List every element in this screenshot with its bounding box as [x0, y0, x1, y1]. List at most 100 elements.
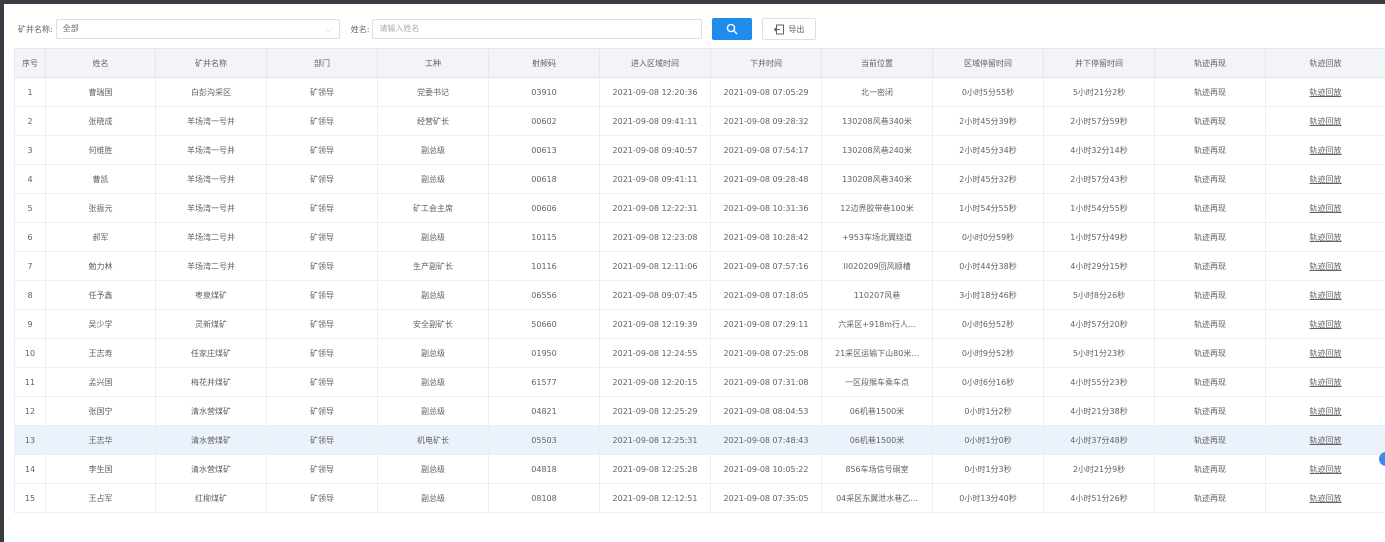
cell-department: 矿领导	[266, 77, 378, 107]
cell-rf-code: 61577	[488, 367, 600, 397]
export-button[interactable]: 导出	[762, 18, 817, 40]
cell-name: 张晓成	[45, 106, 156, 136]
cell-index: 9	[14, 309, 46, 339]
track-replay-link[interactable]: 轨迹再现	[1154, 135, 1266, 165]
cell-mine-name: 梅花井煤矿	[155, 367, 267, 397]
cell-rf-code: 03910	[488, 77, 600, 107]
track-playback-link[interactable]: 轨迹回放	[1265, 251, 1385, 281]
cell-area-stay-time: 0小时6分52秒	[932, 309, 1044, 339]
track-playback-link[interactable]: 轨迹回放	[1265, 454, 1385, 484]
table-row[interactable]: 7 勉力林 羊场湾二号井 矿领导 生产副矿长 10116 2021-09-08 12:11:…	[14, 251, 1385, 281]
cell-enter-area-time: 2021-09-08 12:25:28	[599, 454, 711, 484]
header-track-replay: 轨迹再现	[1154, 48, 1266, 78]
table-row[interactable]: 5 张振元 羊场湾一号井 矿领导 矿工会主席 00606 2021-09-08 12:22:…	[14, 193, 1385, 223]
track-replay-link[interactable]: 轨迹再现	[1154, 454, 1266, 484]
track-replay-link[interactable]: 轨迹再现	[1154, 164, 1266, 194]
track-playback-link[interactable]: 轨迹回放	[1265, 280, 1385, 310]
header-job-type: 工种	[377, 48, 489, 78]
cell-enter-area-time: 2021-09-08 09:41:11	[599, 106, 711, 136]
cell-name: 张振元	[45, 193, 156, 223]
track-replay-link[interactable]: 轨迹再现	[1154, 367, 1266, 397]
name-input[interactable]: 请输入姓名	[372, 19, 703, 39]
cell-down-shaft-time: 2021-09-08 10:31:36	[710, 193, 822, 223]
table-row[interactable]: 6 郝军 羊场湾二号井 矿领导 副总级 10115 2021-09-08 12:23:08 2…	[14, 222, 1385, 252]
cell-department: 矿领导	[266, 222, 378, 252]
track-playback-link[interactable]: 轨迹回放	[1265, 338, 1385, 368]
table-row[interactable]: 2 张晓成 羊场湾一号井 矿领导 经营矿长 00602 2021-09-08 09:41:1…	[14, 106, 1385, 136]
cell-job-type: 副总级	[377, 280, 489, 310]
table-row[interactable]: 3 何维胜 羊场湾一号井 矿领导 副总级 00613 2021-09-08 09:40:57…	[14, 135, 1385, 165]
track-playback-link[interactable]: 轨迹回放	[1265, 77, 1385, 107]
track-replay-link[interactable]: 轨迹再现	[1154, 396, 1266, 426]
cell-rf-code: 00606	[488, 193, 600, 223]
cell-department: 矿领导	[266, 454, 378, 484]
track-replay-link[interactable]: 轨迹再现	[1154, 338, 1266, 368]
cell-index: 8	[14, 280, 46, 310]
cell-rf-code: 04821	[488, 396, 600, 426]
personnel-table: 序号 姓名 矿井名称 部门 工种 射频码 进入区域时间 下井时间 当前位置 区域停留时间 井下停留时…	[14, 48, 1385, 513]
table-row[interactable]: 12 张国宁 清水营煤矿 矿领导 副总级 04821 2021-09-08 12:25:29…	[14, 396, 1385, 426]
track-playback-link[interactable]: 轨迹回放	[1265, 425, 1385, 455]
table-row[interactable]: 8 任予鑫 枣泉煤矿 矿领导 副总级 06556 2021-09-08 09:07:45 20…	[14, 280, 1385, 310]
cell-enter-area-time: 2021-09-08 12:12:51	[599, 483, 711, 513]
track-playback-link[interactable]: 轨迹回放	[1265, 396, 1385, 426]
cell-index: 11	[14, 367, 46, 397]
track-replay-link[interactable]: 轨迹再现	[1154, 193, 1266, 223]
cell-rf-code: 01950	[488, 338, 600, 368]
cell-job-type: 副总级	[377, 135, 489, 165]
cell-current-location: 一区段猴车乘车点	[821, 367, 933, 397]
track-replay-link[interactable]: 轨迹再现	[1154, 309, 1266, 339]
track-playback-link[interactable]: 轨迹回放	[1265, 135, 1385, 165]
cell-department: 矿领导	[266, 106, 378, 136]
cell-down-shaft-time: 2021-09-08 07:48:43	[710, 425, 822, 455]
track-replay-link[interactable]: 轨迹再现	[1154, 77, 1266, 107]
header-index: 序号	[14, 48, 46, 78]
track-replay-link[interactable]: 轨迹再现	[1154, 483, 1266, 513]
track-playback-link[interactable]: 轨迹回放	[1265, 193, 1385, 223]
cell-job-type: 党委书记	[377, 77, 489, 107]
cell-current-location: +953车场北翼绕道	[821, 222, 933, 252]
header-department: 部门	[266, 48, 378, 78]
cell-current-location: 856车场信号硐室	[821, 454, 933, 484]
track-playback-link[interactable]: 轨迹回放	[1265, 367, 1385, 397]
search-button[interactable]	[712, 18, 753, 40]
cell-underground-stay-time: 4小时32分14秒	[1043, 135, 1155, 165]
table-row[interactable]: 11 孟兴国 梅花井煤矿 矿领导 副总级 61577 2021-09-08 12:20:15…	[14, 367, 1385, 397]
cell-mine-name: 清水营煤矿	[155, 454, 267, 484]
table-row[interactable]: 13 王志华 清水营煤矿 矿领导 机电矿长 05503 2021-09-08 12:25:3…	[14, 425, 1385, 455]
cell-enter-area-time: 2021-09-08 12:11:06	[599, 251, 711, 281]
track-playback-link[interactable]: 轨迹回放	[1265, 483, 1385, 513]
track-replay-link[interactable]: 轨迹再现	[1154, 106, 1266, 136]
export-label: 导出	[788, 24, 805, 34]
header-down-shaft-time: 下井时间	[710, 48, 822, 78]
mine-name-select[interactable]: 全部 ⌵	[55, 19, 340, 39]
cell-mine-name: 红柳煤矿	[155, 483, 267, 513]
cell-down-shaft-time: 2021-09-08 09:28:32	[710, 106, 822, 136]
cell-down-shaft-time: 2021-09-08 09:28:48	[710, 164, 822, 194]
table-row[interactable]: 1 曹瑞国 白彭沟采区 矿领导 党委书记 03910 2021-09-08 12:20:36…	[14, 77, 1385, 107]
table-row[interactable]: 4 曹凯 羊场湾一号井 矿领导 副总级 00618 2021-09-08 09:41:11 2…	[14, 164, 1385, 194]
cell-job-type: 副总级	[377, 164, 489, 194]
header-rf-code: 射频码	[488, 48, 600, 78]
cell-mine-name: 羊场湾二号井	[155, 222, 267, 252]
cell-underground-stay-time: 5小时8分26秒	[1043, 280, 1155, 310]
track-playback-link[interactable]: 轨迹回放	[1265, 106, 1385, 136]
cell-name: 张国宁	[45, 396, 156, 426]
track-replay-link[interactable]: 轨迹再现	[1154, 251, 1266, 281]
table-row[interactable]: 10 王志寿 任家庄煤矿 矿领导 副总级 01950 2021-09-08 12:24:55…	[14, 338, 1385, 368]
track-playback-link[interactable]: 轨迹回放	[1265, 222, 1385, 252]
cell-area-stay-time: 0小时0分59秒	[932, 222, 1044, 252]
table-row[interactable]: 14 李生国 清水营煤矿 矿领导 副总级 04818 2021-09-08 12:25:28…	[14, 454, 1385, 484]
track-replay-link[interactable]: 轨迹再现	[1154, 222, 1266, 252]
track-replay-link[interactable]: 轨迹再现	[1154, 425, 1266, 455]
cell-underground-stay-time: 1小时54分55秒	[1043, 193, 1155, 223]
cell-area-stay-time: 0小时1分2秒	[932, 396, 1044, 426]
track-replay-link[interactable]: 轨迹再现	[1154, 280, 1266, 310]
cell-underground-stay-time: 4小时37分48秒	[1043, 425, 1155, 455]
cell-rf-code: 00602	[488, 106, 600, 136]
table-row[interactable]: 9 吴少学 灵新煤矿 矿领导 安全副矿长 50660 2021-09-08 12:19:39…	[14, 309, 1385, 339]
track-playback-link[interactable]: 轨迹回放	[1265, 309, 1385, 339]
track-playback-link[interactable]: 轨迹回放	[1265, 164, 1385, 194]
table-row[interactable]: 15 王占军 红柳煤矿 矿领导 副总级 08108 2021-09-08 12:12:51 2…	[14, 483, 1385, 513]
cell-enter-area-time: 2021-09-08 12:22:31	[599, 193, 711, 223]
